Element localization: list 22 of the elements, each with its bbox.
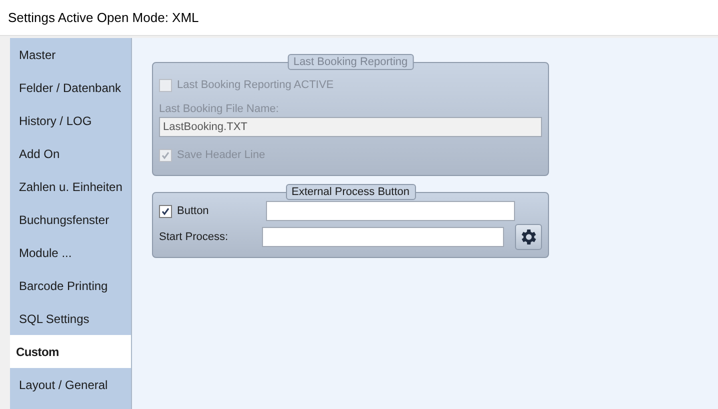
sidebar-tab[interactable]: Module ... (10, 236, 131, 269)
settings-button[interactable] (514, 224, 542, 250)
sidebar-tab[interactable]: Buchungsfenster (10, 203, 131, 236)
field-label: Last Booking File Name: (159, 103, 280, 115)
sidebar-tab[interactable]: Layout / General (10, 368, 131, 401)
sidebar-tab[interactable]: Zahlen u. Einheiten (10, 170, 131, 203)
checkbox[interactable] (159, 204, 172, 218)
window-title: Settings Active Open Mode: XML (0, 0, 718, 36)
sidebar-tab[interactable]: Felder / Datenbank (10, 71, 131, 104)
sidebar-tab[interactable]: History / LOG (10, 104, 131, 137)
checkbox-label: Last Booking Reporting ACTIVE (177, 79, 334, 91)
button-text-field[interactable] (266, 201, 515, 221)
process-field[interactable] (262, 227, 504, 247)
field-label: Start Process: (159, 231, 230, 243)
checkbox-label: Button (177, 205, 210, 217)
sidebar-tab[interactable]: Master (10, 38, 131, 71)
sidebar-tab[interactable]: Add On (10, 137, 131, 170)
group-title: External Process Button (286, 184, 416, 200)
sidebar-tab[interactable]: Custom (10, 335, 131, 368)
sidebar-tab[interactable]: Barcode Printing (10, 269, 131, 302)
sidebar-tab[interactable]: SQL Settings (10, 302, 131, 335)
group-title: Last Booking Reporting (287, 54, 414, 70)
